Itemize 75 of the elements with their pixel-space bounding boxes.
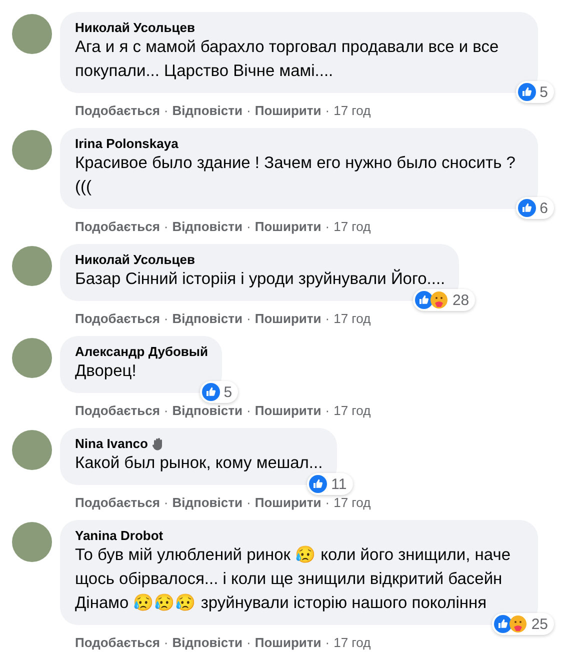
timestamp[interactable]: 17 год xyxy=(334,495,371,510)
separator-dot: · xyxy=(164,311,168,326)
avatar-placeholder[interactable] xyxy=(12,430,52,470)
thumbs-up-icon xyxy=(202,383,220,401)
comment-text: Ага и я с мамой барахло торговал продавали все и все покупали... Царство Вічне мамі.... xyxy=(75,37,500,82)
separator-dot: · xyxy=(325,219,330,234)
action-link[interactable]: Подобається xyxy=(75,219,160,234)
thumbs-up-icon xyxy=(415,291,434,309)
hugging-face-icon xyxy=(430,291,448,309)
action-link[interactable]: Поширити xyxy=(254,103,322,118)
action-link[interactable]: Відповісти xyxy=(172,495,243,510)
action-link[interactable]: Поширити xyxy=(254,635,322,650)
action-link[interactable]: Відповісти xyxy=(172,635,243,650)
action-link[interactable]: Поширити xyxy=(254,403,322,418)
action-link[interactable]: Подобається xyxy=(75,311,160,326)
separator-dot: · xyxy=(246,495,251,510)
avatar-placeholder[interactable] xyxy=(12,246,52,286)
reaction-count[interactable]: 6 xyxy=(516,197,554,219)
separator-dot: · xyxy=(164,403,168,418)
action-link[interactable]: Відповісти xyxy=(172,311,243,326)
action-link[interactable]: Відповісти xyxy=(172,403,243,418)
action-link[interactable]: Поширити xyxy=(254,495,322,510)
author-name[interactable]: Александр Дубовый xyxy=(75,344,208,359)
avatar-placeholder[interactable] xyxy=(12,14,52,54)
comment-text: Базар Сінний історіія і уроди зруйнували Його.... xyxy=(75,268,446,290)
author-name[interactable]: Николай Усольцев xyxy=(75,252,196,267)
action-link[interactable]: Подобається xyxy=(75,635,160,650)
separator-dot: · xyxy=(246,403,251,418)
thumbs-up-icon xyxy=(518,83,536,101)
timestamp[interactable]: 17 год xyxy=(334,311,371,326)
reaction-count[interactable]: 11 xyxy=(307,473,353,495)
separator-dot: · xyxy=(325,103,330,118)
reaction-count[interactable]: 5 xyxy=(516,81,554,103)
avatar-placeholder[interactable] xyxy=(12,338,52,378)
separator-dot: · xyxy=(164,635,168,650)
action-link[interactable]: Подобається xyxy=(75,103,160,118)
comment-text: То був мій улюблений ринок 😥 коли його знищили, наче щось обірвалося... і коли ще знищили відкритий басейн Дінамо 😥😥😥 зруйнували історію нашого покоління xyxy=(75,544,512,614)
author-name[interactable]: Yanina Drobot xyxy=(75,528,164,543)
reaction-count[interactable]: 5 xyxy=(200,381,238,403)
separator-dot: · xyxy=(246,635,251,650)
comment-text: Красивое было здание ! Зачем его нужно было сносить ?((( xyxy=(75,153,516,198)
timestamp[interactable]: 17 год xyxy=(334,219,371,234)
reaction-count[interactable]: 28 xyxy=(413,289,476,311)
author-name[interactable]: Николай Усольцев xyxy=(75,20,196,35)
timestamp[interactable]: 17 год xyxy=(334,403,371,418)
timestamp[interactable]: 17 год xyxy=(334,635,371,650)
avatar-placeholder[interactable] xyxy=(12,522,52,562)
separator-dot: · xyxy=(246,103,251,118)
separator-dot: · xyxy=(325,635,330,650)
separator-dot: · xyxy=(325,403,330,418)
separator-dot: · xyxy=(325,311,330,326)
separator-dot: · xyxy=(164,103,168,118)
reaction-count[interactable]: 25 xyxy=(492,613,554,635)
comment-text: Какой был рынок, кому мешал... xyxy=(75,453,323,474)
separator-dot: · xyxy=(164,219,168,234)
separator-dot: · xyxy=(325,495,330,510)
hugging-face-icon xyxy=(509,615,528,633)
thumbs-up-icon xyxy=(494,615,512,633)
action-link[interactable]: Відповісти xyxy=(172,219,243,234)
author-name[interactable]: Irina Polonskaya xyxy=(75,136,178,151)
separator-dot: · xyxy=(246,219,251,234)
separator-dot: · xyxy=(246,311,251,326)
separator-dot: · xyxy=(164,495,168,510)
action-link[interactable]: Подобається xyxy=(75,495,160,510)
thumbs-up-icon xyxy=(518,199,536,217)
action-link[interactable]: Подобається xyxy=(75,403,160,418)
hand-icon xyxy=(150,436,165,450)
thumbs-up-icon xyxy=(309,475,328,493)
author-name[interactable]: Nina Ivanco xyxy=(75,436,148,451)
action-link[interactable]: Поширити xyxy=(254,311,322,326)
timestamp[interactable]: 17 год xyxy=(334,103,371,118)
action-link[interactable]: Відповісти xyxy=(172,103,243,118)
action-link[interactable]: Поширити xyxy=(254,219,322,234)
comment-text: Дворец! xyxy=(75,361,138,382)
avatar-placeholder[interactable] xyxy=(12,130,52,170)
